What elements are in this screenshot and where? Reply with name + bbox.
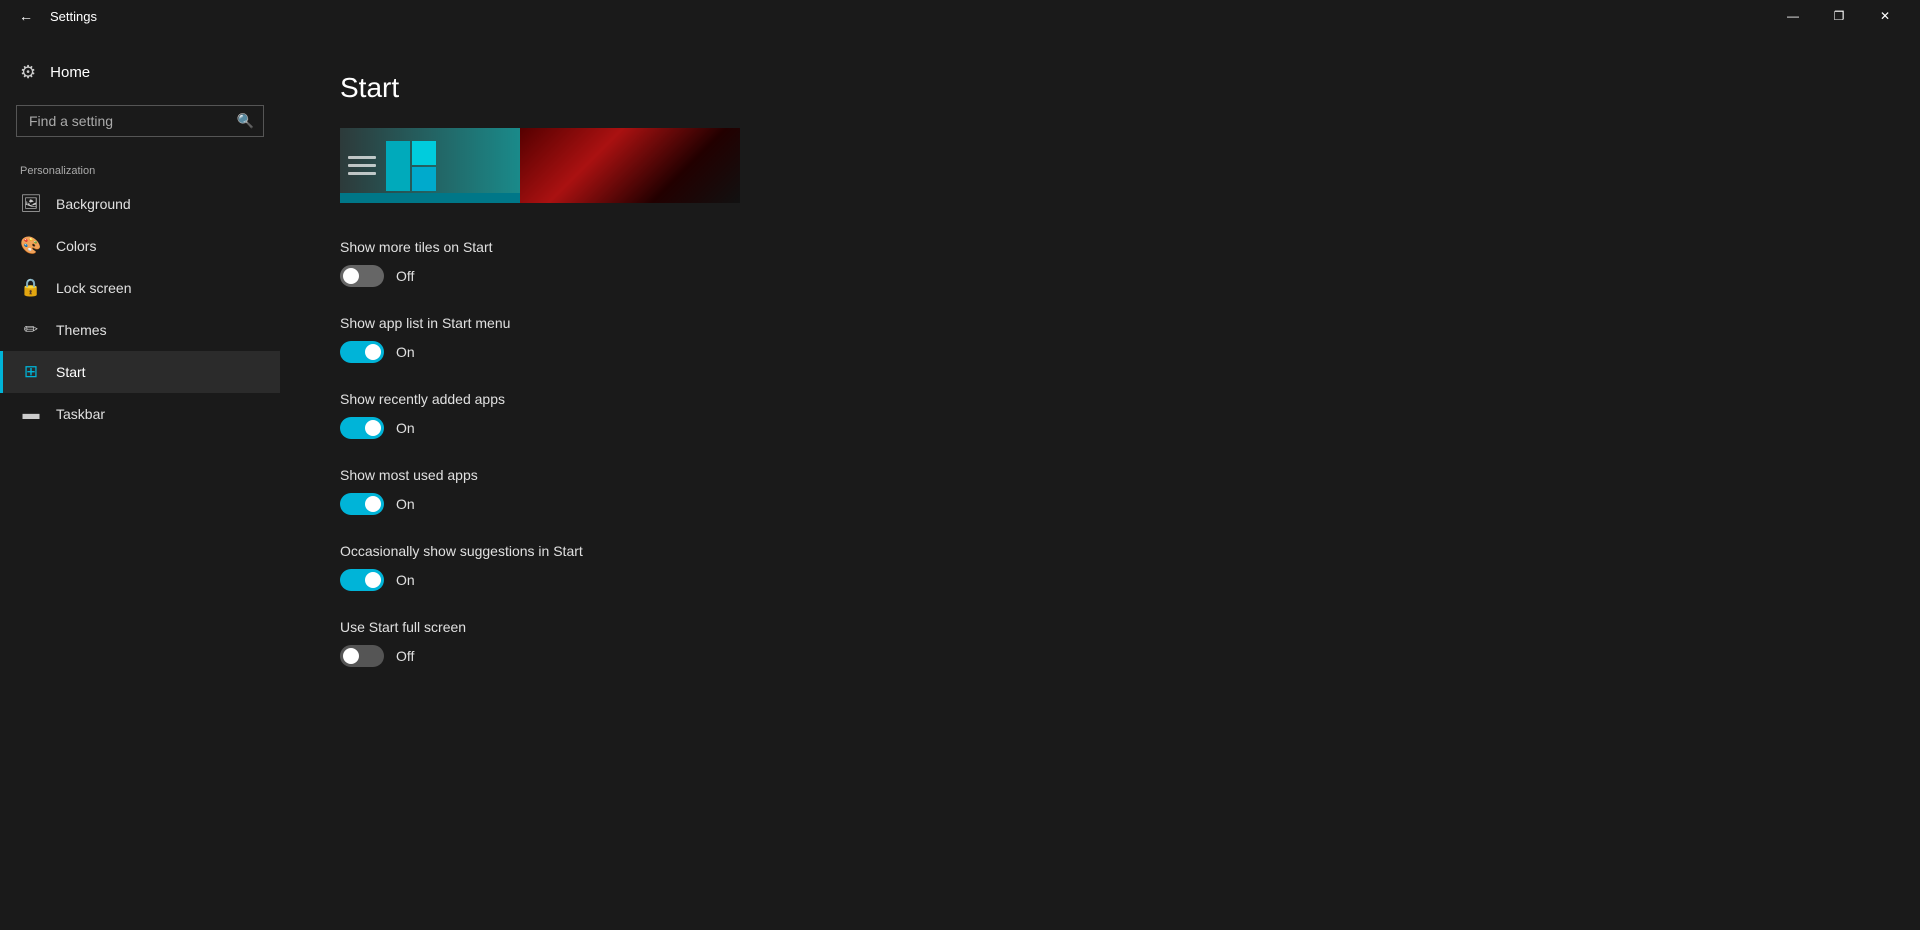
toggle-state-show-most-used: On	[396, 496, 415, 512]
sidebar-item-lock-screen[interactable]: 🔒 Lock screen	[0, 267, 280, 309]
back-icon: ←	[19, 8, 33, 24]
start-icon: ⊞	[20, 362, 42, 382]
background-icon: 🖼	[20, 194, 42, 214]
sidebar-item-background[interactable]: 🖼 Background	[0, 183, 280, 225]
toggle-state-show-suggestions: On	[396, 572, 415, 588]
preview-line	[348, 172, 376, 175]
toggle-row-show-recently-added: On	[340, 417, 1860, 439]
setting-show-recently-added-label: Show recently added apps	[340, 391, 1860, 407]
setting-show-suggestions: Occasionally show suggestions in Start O…	[340, 543, 1860, 591]
sidebar-section-label: Personalization	[0, 149, 280, 183]
toggle-knob	[343, 268, 359, 284]
sidebar-item-background-label: Background	[56, 196, 131, 212]
toggle-state-show-recently-added: On	[396, 420, 415, 436]
maximize-button[interactable]: ❐	[1816, 0, 1862, 32]
toggle-show-app-list[interactable]	[340, 341, 384, 363]
close-button[interactable]: ✕	[1862, 0, 1908, 32]
toggle-show-suggestions[interactable]	[340, 569, 384, 591]
preview-tile	[386, 141, 410, 191]
preview-lines	[348, 156, 376, 175]
preview-line	[348, 156, 376, 159]
preview-right	[520, 128, 740, 203]
setting-show-suggestions-label: Occasionally show suggestions in Start	[340, 543, 1860, 559]
sidebar-item-taskbar-label: Taskbar	[56, 406, 105, 422]
preview-tile	[412, 141, 436, 165]
setting-show-more-tiles-label: Show more tiles on Start	[340, 239, 1860, 255]
start-preview	[340, 128, 740, 203]
setting-show-app-list: Show app list in Start menu On	[340, 315, 1860, 363]
window-controls: — ❐ ✕	[1770, 0, 1908, 32]
sidebar-home[interactable]: ⚙ Home	[0, 52, 280, 93]
taskbar-icon: ▬	[20, 404, 42, 424]
toggle-state-show-more-tiles: Off	[396, 268, 414, 284]
toggle-row-show-app-list: On	[340, 341, 1860, 363]
colors-icon: 🎨	[20, 236, 42, 256]
sidebar-item-start-label: Start	[56, 364, 86, 380]
toggle-knob	[365, 496, 381, 512]
sidebar-item-colors[interactable]: 🎨 Colors	[0, 225, 280, 267]
sidebar-item-taskbar[interactable]: ▬ Taskbar	[0, 393, 280, 435]
sidebar-item-lock-screen-label: Lock screen	[56, 280, 131, 296]
app-container: ⚙ Home 🔍 Personalization 🖼 Background 🎨 …	[0, 32, 1920, 930]
sidebar-item-start[interactable]: ⊞ Start	[0, 351, 280, 393]
setting-full-screen: Use Start full screen Off	[340, 619, 1860, 667]
toggle-show-more-tiles[interactable]	[340, 265, 384, 287]
toggle-row-show-more-tiles: Off	[340, 265, 1860, 287]
sidebar-item-colors-label: Colors	[56, 238, 96, 254]
page-title: Start	[340, 72, 1860, 104]
home-icon: ⚙	[20, 62, 36, 83]
sidebar: ⚙ Home 🔍 Personalization 🖼 Background 🎨 …	[0, 32, 280, 930]
toggle-show-most-used[interactable]	[340, 493, 384, 515]
toggle-knob	[365, 344, 381, 360]
content-area: Start Show more tiles on Sta	[280, 32, 1920, 930]
sidebar-home-label: Home	[50, 64, 90, 81]
minimize-button[interactable]: —	[1770, 0, 1816, 32]
themes-icon: ✏	[20, 320, 42, 340]
titlebar-title: Settings	[50, 9, 97, 24]
preview-tiles	[386, 141, 436, 191]
toggle-row-show-most-used: On	[340, 493, 1860, 515]
toggle-state-full-screen: Off	[396, 648, 414, 664]
setting-show-app-list-label: Show app list in Start menu	[340, 315, 1860, 331]
setting-show-most-used-label: Show most used apps	[340, 467, 1860, 483]
toggle-knob	[365, 420, 381, 436]
sidebar-item-themes-label: Themes	[56, 322, 107, 338]
setting-show-most-used: Show most used apps On	[340, 467, 1860, 515]
search-box: 🔍	[16, 105, 264, 137]
toggle-show-recently-added[interactable]	[340, 417, 384, 439]
toggle-row-show-suggestions: On	[340, 569, 1860, 591]
lock-screen-icon: 🔒	[20, 278, 42, 298]
sidebar-item-themes[interactable]: ✏ Themes	[0, 309, 280, 351]
toggle-knob	[343, 648, 359, 664]
preview-bottom-bar	[340, 193, 520, 203]
setting-show-more-tiles: Show more tiles on Start Off	[340, 239, 1860, 287]
setting-show-recently-added: Show recently added apps On	[340, 391, 1860, 439]
back-button[interactable]: ←	[12, 2, 40, 30]
search-input[interactable]	[16, 105, 264, 137]
preview-tile	[412, 167, 436, 191]
toggle-state-show-app-list: On	[396, 344, 415, 360]
preview-line	[348, 164, 376, 167]
toggle-full-screen[interactable]	[340, 645, 384, 667]
search-icon: 🔍	[237, 113, 254, 130]
titlebar: ← Settings — ❐ ✕	[0, 0, 1920, 32]
setting-full-screen-label: Use Start full screen	[340, 619, 1860, 635]
toggle-knob	[365, 572, 381, 588]
toggle-row-full-screen: Off	[340, 645, 1860, 667]
